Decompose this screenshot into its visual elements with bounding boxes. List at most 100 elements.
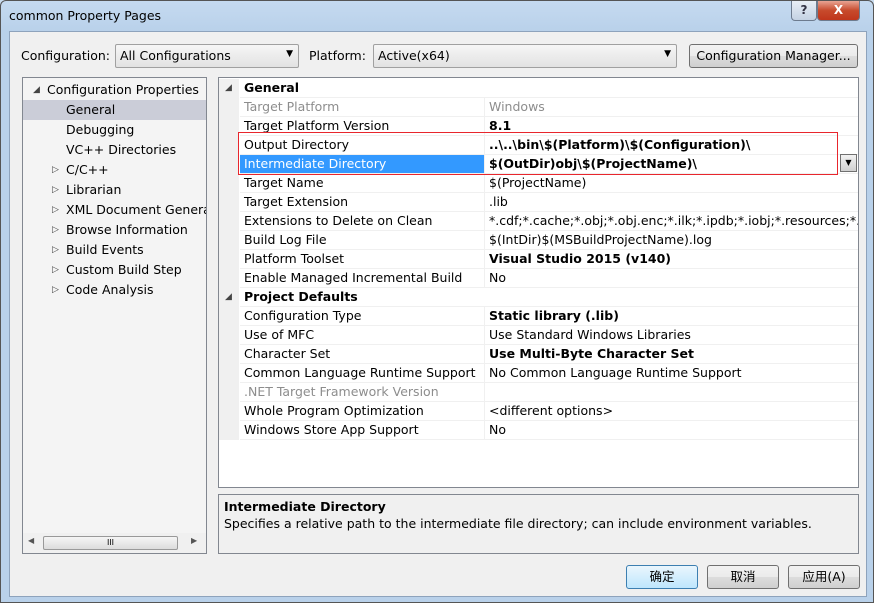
collapsed-arrow-icon[interactable]: ▷: [52, 220, 59, 240]
property-name: Whole Program Optimization: [240, 402, 485, 421]
tree-item-label: XML Document Generat: [66, 202, 207, 217]
property-row[interactable]: Target Name $(ProjectName): [219, 174, 858, 193]
row-gutter: [219, 307, 239, 326]
property-name: Extensions to Delete on Clean: [240, 212, 485, 231]
property-value[interactable]: *.cdf;*.cache;*.obj;*.obj.enc;*.ilk;*.ip…: [485, 212, 858, 231]
property-row[interactable]: Configuration Type Static library (.lib): [219, 307, 858, 326]
expanded-arrow-icon[interactable]: ◢: [33, 80, 40, 100]
property-tree[interactable]: ▷ Code Analysis ▷ Custom Build Step ▷ Build E…: [22, 77, 207, 554]
row-gutter: [219, 212, 239, 231]
description-title: Intermediate Directory: [224, 499, 386, 514]
row-gutter: [219, 250, 239, 269]
tree-item[interactable]: General: [23, 100, 206, 120]
value-dropdown-button[interactable]: ▼: [840, 154, 857, 172]
tree-item-label: General: [66, 102, 116, 117]
property-value[interactable]: Visual Studio 2015 (v140): [485, 250, 858, 269]
property-name: .NET Target Framework Version: [240, 383, 485, 402]
expanded-arrow-icon[interactable]: ◢: [225, 79, 232, 97]
property-value[interactable]: No Common Language Runtime Support: [485, 364, 858, 383]
property-value[interactable]: No: [485, 421, 858, 440]
collapsed-arrow-icon[interactable]: ▷: [52, 180, 59, 200]
help-button[interactable]: ?: [791, 1, 817, 21]
chevron-down-icon: ▼: [286, 49, 293, 59]
property-value[interactable]: [485, 383, 858, 402]
property-value[interactable]: Windows: [485, 98, 858, 117]
row-gutter: ◢: [219, 79, 239, 98]
row-gutter: [219, 364, 239, 383]
tree-item[interactable]: ▷ XML Document Generat: [23, 200, 206, 220]
property-row[interactable]: Common Language Runtime Support No Common…: [219, 364, 858, 383]
property-row[interactable]: Windows Store App Support No: [219, 421, 858, 440]
platform-label: Platform:: [309, 48, 366, 63]
property-value[interactable]: Use Standard Windows Libraries: [485, 326, 858, 345]
scroll-thumb[interactable]: III: [43, 536, 178, 550]
tree-item[interactable]: ▷ Build Events: [23, 240, 206, 260]
row-gutter: [219, 345, 239, 364]
window-title: common Property Pages: [9, 8, 162, 23]
property-row[interactable]: Platform Toolset Visual Studio 2015 (v140…: [219, 250, 858, 269]
property-row[interactable]: Target Extension .lib: [219, 193, 858, 212]
cancel-button[interactable]: 取消: [707, 565, 779, 589]
property-name: Platform Toolset: [240, 250, 485, 269]
row-gutter: [219, 136, 239, 155]
property-value[interactable]: Static library (.lib): [485, 307, 858, 326]
collapsed-arrow-icon[interactable]: ▷: [52, 160, 59, 180]
dialog-window: common Property Pages ? X Configuration:…: [0, 0, 874, 603]
property-name: Windows Store App Support: [240, 421, 485, 440]
collapsed-arrow-icon[interactable]: ▷: [52, 280, 59, 300]
tree-item[interactable]: ▷ Custom Build Step: [23, 260, 206, 280]
property-value[interactable]: No: [485, 269, 858, 288]
property-row[interactable]: .NET Target Framework Version: [219, 383, 858, 402]
row-gutter: [219, 231, 239, 250]
description-panel: Intermediate Directory Specifies a relat…: [218, 494, 859, 554]
tree-item-label: Debugging: [66, 122, 135, 137]
property-name: Target Extension: [240, 193, 485, 212]
tree-item[interactable]: VC++ Directories: [23, 140, 206, 160]
property-row[interactable]: Extensions to Delete on Clean *.cdf;*.cac…: [219, 212, 858, 231]
property-grid[interactable]: Windows Store App Support No Whole Program…: [218, 77, 859, 488]
row-gutter: [219, 174, 239, 193]
property-value[interactable]: <different options>: [485, 402, 858, 421]
row-gutter: [219, 117, 239, 136]
row-gutter: [219, 421, 239, 440]
ok-button[interactable]: 确定: [626, 565, 698, 589]
category-header[interactable]: ◢ General: [219, 79, 858, 98]
tree-horizontal-scrollbar[interactable]: ◀ III ▶: [23, 533, 206, 553]
collapsed-arrow-icon[interactable]: ▷: [52, 240, 59, 260]
scroll-right-icon[interactable]: ▶: [191, 536, 197, 545]
description-text: Specifies a relative path to the interme…: [224, 516, 812, 531]
apply-button[interactable]: 应用(A): [788, 565, 860, 589]
row-gutter: [219, 269, 239, 288]
close-button[interactable]: X: [817, 1, 860, 21]
configuration-manager-button[interactable]: Configuration Manager...: [689, 44, 858, 68]
tree-item-label: Browse Information: [66, 222, 188, 237]
property-row[interactable]: Enable Managed Incremental Build No: [219, 269, 858, 288]
property-row[interactable]: Whole Program Optimization <different opt…: [219, 402, 858, 421]
collapsed-arrow-icon[interactable]: ▷: [52, 200, 59, 220]
property-value[interactable]: $(IntDir)$(MSBuildProjectName).log: [485, 231, 858, 250]
property-value[interactable]: .lib: [485, 193, 858, 212]
property-name: Target Name: [240, 174, 485, 193]
property-name: Target Platform: [240, 98, 485, 117]
tree-item[interactable]: ▷ C/C++: [23, 160, 206, 180]
category-header[interactable]: ◢ Project Defaults: [219, 288, 858, 307]
tree-item[interactable]: ▷ Browse Information: [23, 220, 206, 240]
tree-item-label: Build Events: [66, 242, 144, 257]
property-row[interactable]: Target Platform Windows: [219, 98, 858, 117]
platform-dropdown[interactable]: Active(x64) ▼: [373, 44, 677, 68]
collapsed-arrow-icon[interactable]: ▷: [52, 260, 59, 280]
tree-item-label: Custom Build Step: [66, 262, 182, 277]
scroll-left-icon[interactable]: ◀: [28, 536, 34, 545]
tree-item[interactable]: Debugging: [23, 120, 206, 140]
property-value[interactable]: $(ProjectName): [485, 174, 858, 193]
property-name: Character Set: [240, 345, 485, 364]
configuration-dropdown[interactable]: All Configurations ▼: [115, 44, 299, 68]
tree-item[interactable]: ▷ Code Analysis: [23, 280, 206, 300]
property-value[interactable]: Use Multi-Byte Character Set: [485, 345, 858, 364]
property-row[interactable]: Use of MFC Use Standard Windows Libraries: [219, 326, 858, 345]
tree-item[interactable]: ◢ Configuration Properties: [23, 80, 206, 100]
property-row[interactable]: Character Set Use Multi-Byte Character Se…: [219, 345, 858, 364]
property-row[interactable]: Build Log File $(IntDir)$(MSBuildProjectN…: [219, 231, 858, 250]
tree-item[interactable]: ▷ Librarian: [23, 180, 206, 200]
expanded-arrow-icon[interactable]: ◢: [225, 288, 232, 306]
